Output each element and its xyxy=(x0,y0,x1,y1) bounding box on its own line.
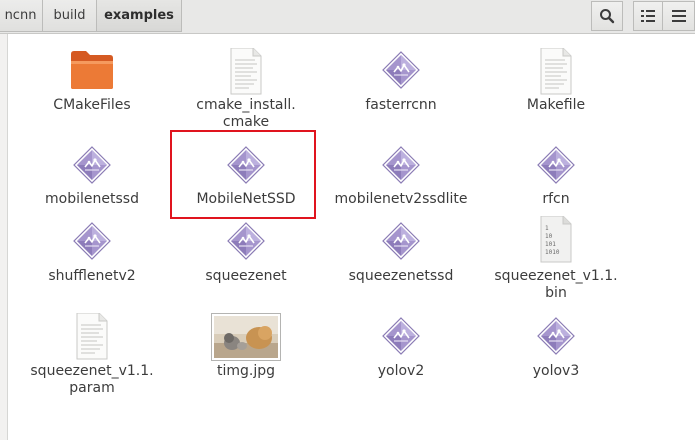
file-item-timg[interactable]: timg.jpg xyxy=(176,313,316,383)
file-item-cmakefiles[interactable]: CMakeFiles xyxy=(22,48,162,118)
file-name: Makefile xyxy=(526,97,586,113)
svg-text:1: 1 xyxy=(545,225,549,232)
file-name: shufflenetv2 xyxy=(48,268,136,284)
svg-text:101: 101 xyxy=(545,241,556,248)
file-item-squeezenet[interactable]: squeezenet xyxy=(176,221,316,291)
file-name: CMakeFiles xyxy=(53,97,131,113)
file-name: yolov3 xyxy=(532,363,580,379)
search-icon xyxy=(600,9,615,24)
text-file-icon xyxy=(540,48,572,95)
executable-icon xyxy=(537,317,575,355)
list-view-icon xyxy=(641,10,655,22)
breadcrumb-label: examples xyxy=(104,8,174,23)
file-name: yolov2 xyxy=(377,363,425,379)
file-item-squeezenetssd[interactable]: squeezenetssd xyxy=(331,221,471,291)
executable-icon xyxy=(382,317,420,355)
file-name: mobilenetssd xyxy=(45,191,139,207)
file-name: fasterrcnn xyxy=(365,97,437,113)
file-name: squeezenet_v1.1. param xyxy=(30,363,154,396)
executable-icon xyxy=(382,146,420,184)
file-name: cmake_install. cmake xyxy=(196,97,296,130)
file-item-makefile[interactable]: Makefile xyxy=(486,48,626,118)
breadcrumb-ncnn[interactable]: ncnn xyxy=(0,0,43,32)
file-name: rfcn xyxy=(542,191,570,207)
breadcrumb-build[interactable]: build xyxy=(42,0,97,32)
file-name: timg.jpg xyxy=(216,363,276,379)
breadcrumb-label: build xyxy=(53,8,86,23)
text-file-icon xyxy=(76,313,108,360)
file-item-cmake-install[interactable]: cmake_install. cmake xyxy=(176,48,316,132)
file-item-shufflenetv2[interactable]: shufflenetv2 xyxy=(22,221,162,291)
sidebar-edge xyxy=(0,34,8,440)
file-name: squeezenetssd xyxy=(348,268,454,284)
file-item-fasterrcnn[interactable]: fasterrcnn xyxy=(331,48,471,118)
image-thumbnail-icon xyxy=(211,313,281,361)
file-item-squeezenet-param[interactable]: squeezenet_v1.1. param xyxy=(22,313,162,397)
file-item-squeezenet-bin[interactable]: 1 10 101 1010 squeezenet_v1.1. bin xyxy=(486,216,626,306)
breadcrumb-label: ncnn xyxy=(4,8,37,23)
path-bar: ncnn build examples xyxy=(0,0,695,34)
executable-icon xyxy=(382,51,420,89)
search-button[interactable] xyxy=(591,1,623,31)
executable-icon xyxy=(73,146,111,184)
breadcrumb-examples[interactable]: examples xyxy=(96,0,182,32)
svg-text:10: 10 xyxy=(545,233,553,240)
menu-icon xyxy=(671,10,686,22)
file-name: squeezenet_v1.1. bin xyxy=(494,268,618,301)
folder-icon xyxy=(71,51,113,89)
file-name: squeezenet xyxy=(205,268,287,284)
text-file-icon xyxy=(230,48,262,95)
file-item-mobilenetv2ssdlite[interactable]: mobilenetv2ssdlite xyxy=(331,143,471,213)
file-item-yolov2[interactable]: yolov2 xyxy=(331,313,471,383)
view-toggle-button[interactable] xyxy=(633,1,663,31)
binary-file-icon: 1 10 101 1010 xyxy=(540,216,572,263)
menu-button[interactable] xyxy=(662,1,695,31)
executable-icon xyxy=(382,222,420,260)
svg-text:1010: 1010 xyxy=(545,249,560,256)
executable-icon xyxy=(73,222,111,260)
file-item-rfcn[interactable]: rfcn xyxy=(486,143,626,213)
executable-icon xyxy=(537,146,575,184)
file-item-yolov3[interactable]: yolov3 xyxy=(486,313,626,383)
executable-icon xyxy=(227,222,265,260)
file-name: mobilenetv2ssdlite xyxy=(334,191,468,207)
highlight-box xyxy=(170,130,316,219)
file-item-mobilenetssd[interactable]: mobilenetssd xyxy=(22,143,162,213)
